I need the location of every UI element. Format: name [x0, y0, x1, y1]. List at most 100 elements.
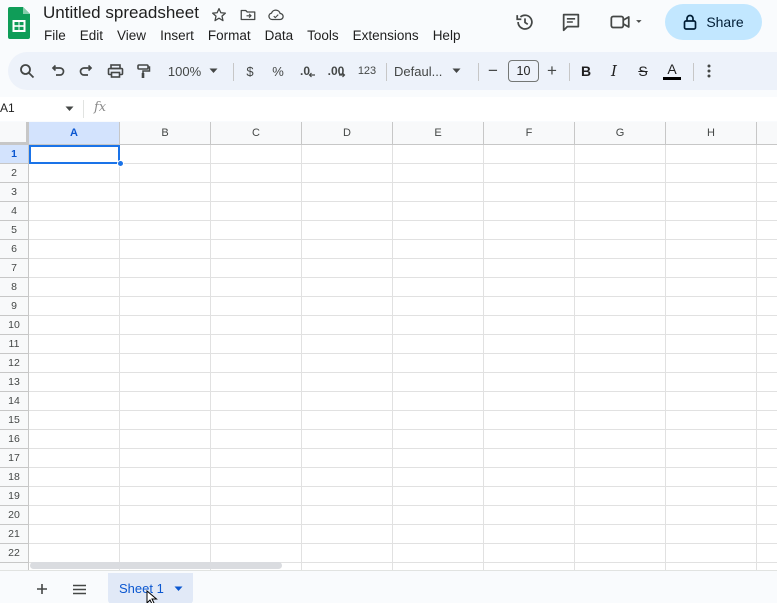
horizontal-scrollbar[interactable] [30, 562, 282, 569]
increase-decimal-button[interactable]: .00 [324, 52, 350, 90]
toolbar-divider [478, 63, 479, 81]
sheet-bar: Sheet 1 [0, 570, 777, 603]
grid-line [29, 429, 777, 430]
more-options-icon[interactable] [700, 52, 718, 90]
menu-format[interactable]: Format [208, 28, 251, 44]
row-header[interactable] [0, 563, 29, 570]
fx-icon: fx [94, 100, 107, 115]
text-color-button[interactable]: A [660, 52, 684, 90]
grid-line [29, 182, 777, 183]
font-size-input[interactable]: 10 [508, 60, 539, 82]
strikethrough-button[interactable]: S [633, 52, 653, 90]
paint-format-icon[interactable] [132, 52, 154, 90]
row-header[interactable]: 16 [0, 430, 29, 449]
row-header[interactable]: 9 [0, 297, 29, 316]
decrease-font-size-button[interactable]: − [484, 52, 502, 90]
row-header[interactable]: 4 [0, 202, 29, 221]
mouse-cursor-icon [146, 590, 158, 603]
row-header[interactable]: 1 [0, 145, 29, 164]
menu-file[interactable]: File [44, 28, 66, 44]
grid-line [301, 145, 302, 570]
row-header[interactable]: 20 [0, 506, 29, 525]
toolbar-divider [386, 63, 387, 81]
move-folder-icon[interactable] [239, 6, 257, 24]
search-menus-icon[interactable] [16, 52, 38, 90]
percent-format-button[interactable]: % [268, 52, 288, 90]
column-header-c[interactable]: C [211, 122, 302, 145]
sheets-app: Untitled spreadsheet File Edit View Inse… [0, 0, 777, 603]
row-header[interactable]: 15 [0, 411, 29, 430]
version-history-icon[interactable] [514, 11, 536, 33]
document-title[interactable]: Untitled spreadsheet [43, 3, 199, 23]
row-header[interactable]: 21 [0, 525, 29, 544]
grid-line [29, 391, 777, 392]
column-header-b[interactable]: B [120, 122, 211, 145]
cloud-saved-icon[interactable] [267, 6, 285, 24]
row-header[interactable]: 13 [0, 373, 29, 392]
menu-insert[interactable]: Insert [160, 28, 194, 44]
row-header[interactable]: 5 [0, 221, 29, 240]
grid-line [29, 448, 777, 449]
column-header-a[interactable]: A [29, 122, 120, 145]
row-header[interactable]: 12 [0, 354, 29, 373]
currency-format-button[interactable]: $ [240, 52, 260, 90]
spreadsheet-grid[interactable]: A B C D E F G H 1 2 3 4 5 6 7 8 9 10 11 … [0, 122, 777, 570]
row-header[interactable]: 6 [0, 240, 29, 259]
meet-video-icon[interactable] [608, 11, 644, 33]
font-family-select[interactable]: Defaul... [394, 52, 470, 90]
row-header[interactable]: 14 [0, 392, 29, 411]
column-header-d[interactable]: D [302, 122, 393, 145]
increase-font-size-button[interactable]: + [543, 52, 561, 90]
menu-view[interactable]: View [117, 28, 146, 44]
name-box-dropdown-icon[interactable] [65, 106, 74, 112]
row-header[interactable]: 10 [0, 316, 29, 335]
decrease-decimal-button[interactable]: .0 [296, 52, 320, 90]
formula-input[interactable] [115, 97, 777, 121]
number-format-button[interactable]: 123 [354, 52, 380, 90]
row-header[interactable]: 3 [0, 183, 29, 202]
redo-icon[interactable] [75, 52, 97, 90]
menu-extensions[interactable]: Extensions [353, 28, 419, 44]
toolbar-divider [693, 63, 694, 81]
sheet-tab-menu-icon[interactable] [174, 586, 183, 592]
menu-data[interactable]: Data [265, 28, 294, 44]
column-header-h[interactable]: H [666, 122, 757, 145]
lock-icon [683, 14, 697, 30]
grid-line [574, 145, 575, 570]
grid-line [29, 163, 777, 164]
menu-help[interactable]: Help [433, 28, 461, 44]
name-box[interactable]: A1 [0, 101, 15, 115]
italic-button[interactable]: I [604, 52, 624, 90]
print-icon[interactable] [104, 52, 126, 90]
row-header[interactable]: 19 [0, 487, 29, 506]
share-label: Share [706, 14, 744, 30]
menu-edit[interactable]: Edit [80, 28, 103, 44]
sheets-logo-icon[interactable] [7, 6, 31, 40]
grid-line [29, 543, 777, 544]
column-header-i[interactable] [757, 122, 777, 145]
share-button[interactable]: Share [665, 4, 762, 40]
undo-icon[interactable] [47, 52, 69, 90]
row-header[interactable]: 22 [0, 544, 29, 563]
selected-cell-a1[interactable] [29, 145, 120, 164]
row-header[interactable]: 7 [0, 259, 29, 278]
menu-tools[interactable]: Tools [307, 28, 339, 44]
column-header-f[interactable]: F [484, 122, 575, 145]
column-header-g[interactable]: G [575, 122, 666, 145]
bold-button[interactable]: B [576, 52, 596, 90]
row-header[interactable]: 8 [0, 278, 29, 297]
row-header[interactable]: 18 [0, 468, 29, 487]
fill-handle[interactable] [117, 160, 124, 167]
select-all-corner[interactable] [0, 122, 29, 145]
column-header-e[interactable]: E [393, 122, 484, 145]
add-sheet-icon[interactable] [36, 583, 48, 595]
grid-line [29, 258, 777, 259]
row-header[interactable]: 11 [0, 335, 29, 354]
row-header[interactable]: 2 [0, 164, 29, 183]
all-sheets-icon[interactable] [72, 584, 87, 595]
formula-bar: A1 fx [0, 97, 777, 121]
row-header[interactable]: 17 [0, 449, 29, 468]
zoom-select[interactable]: 100% [162, 52, 224, 90]
star-icon[interactable] [210, 6, 228, 24]
comments-icon[interactable] [560, 11, 582, 33]
